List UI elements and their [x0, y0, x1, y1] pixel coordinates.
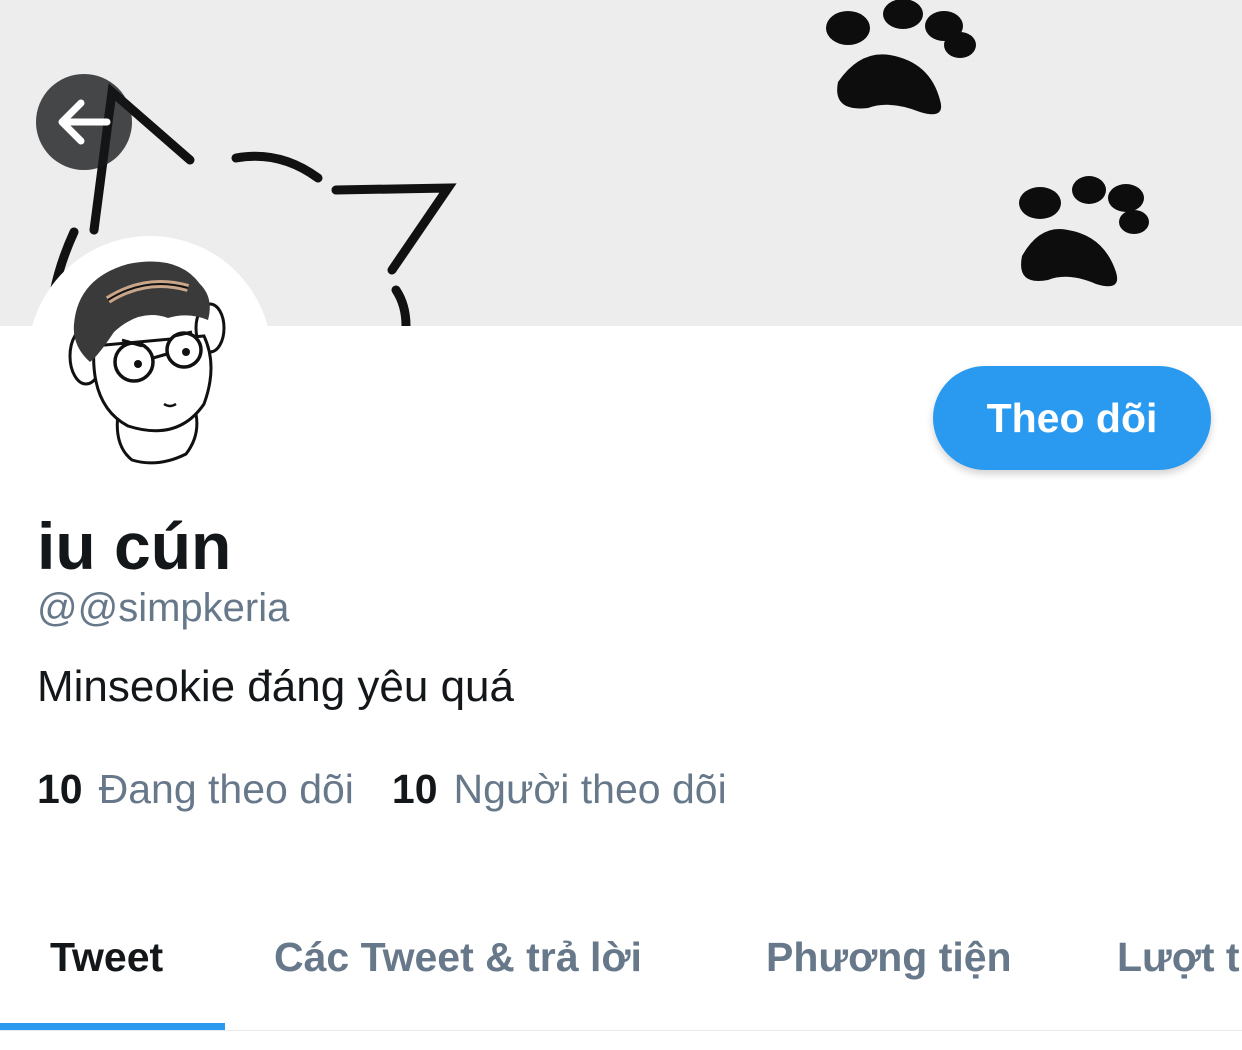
tab-tweets-and-replies[interactable]: Các Tweet & trả lời: [274, 934, 642, 981]
tab-media[interactable]: Phương tiện: [766, 934, 1012, 981]
following-label: Đang theo dõi: [98, 766, 354, 812]
cartoon-boy-avatar-icon: [68, 261, 226, 465]
tab-divider: [0, 1030, 1242, 1031]
user-handle: @@simpkeria: [37, 586, 290, 630]
follow-button[interactable]: Theo dõi: [933, 366, 1211, 470]
following-count: 10: [37, 766, 83, 812]
tab-likes[interactable]: Lượt t: [1117, 934, 1240, 981]
active-tab-indicator: [0, 1023, 225, 1030]
followers-label: Người theo dõi: [453, 766, 727, 812]
avatar[interactable]: [28, 236, 272, 480]
tab-tweets[interactable]: Tweet: [50, 934, 163, 981]
arrow-left-icon: [58, 99, 111, 145]
follow-stats: 10 Đang theo dõi 10 Người theo dõi: [37, 766, 765, 813]
profile-bio: Minseokie đáng yêu quá: [37, 662, 514, 711]
back-button[interactable]: [36, 74, 132, 170]
followers-count: 10: [391, 766, 438, 812]
display-name: iu cún: [37, 509, 232, 583]
followers-stat[interactable]: 10 Người theo dõi: [392, 766, 727, 813]
following-stat[interactable]: 10 Đang theo dõi: [37, 766, 354, 813]
